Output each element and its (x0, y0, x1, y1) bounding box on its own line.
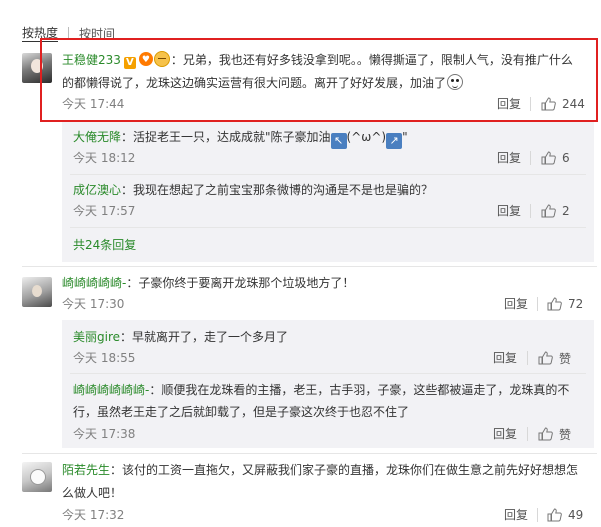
like-button[interactable]: 赞 (538, 350, 571, 366)
action-divider (537, 508, 538, 522)
reply-username[interactable]: 美丽gire (73, 330, 120, 344)
sort-bar: 按热度 按时间 (22, 24, 115, 42)
arrow-up-left-icon: ↖ (330, 133, 347, 149)
comment-divider (22, 266, 597, 267)
reply-body: ：早就离开了，走了一个多月了 (120, 330, 289, 344)
comment-username[interactable]: 王稳健233 (62, 53, 121, 67)
comment-time: 今天 17:30 (62, 297, 125, 311)
verified-badge-icon: V (123, 57, 136, 69)
reply-body: ：顺便我在龙珠看的主播，老王，古手羽，子豪，这些都被逼走了，龙珠真的不 (149, 383, 570, 397)
reply-button[interactable]: 回复 (504, 296, 528, 312)
reply-divider (70, 174, 586, 175)
reply-time: 今天 17:38 (73, 427, 136, 441)
reply-text-line: 成亿澳心：我现在想起了之前宝宝那条微博的沟通是不是也是骗的？ (73, 181, 433, 199)
reply-time: 今天 18:12 (73, 151, 136, 165)
avatar[interactable] (22, 462, 52, 492)
like-count: 244 (562, 97, 585, 111)
comment-text-line: 崎崎崎崎崎-：子豪你终于要离开龙珠那个垃圾地方了！ (62, 274, 354, 292)
reply-body-end: " (402, 130, 408, 144)
action-divider (527, 351, 528, 365)
sort-by-time[interactable]: 按时间 (79, 25, 115, 42)
comment-body: 么做人吧！ (62, 486, 123, 500)
comment-time: 今天 17:44 (62, 97, 125, 111)
reply-button[interactable]: 回复 (497, 96, 521, 112)
like-count: 72 (568, 297, 584, 311)
emoji-cry-icon (447, 74, 464, 90)
like-button[interactable]: 6 (541, 150, 570, 166)
like-button[interactable]: 49 (547, 507, 583, 523)
avatar[interactable] (22, 53, 52, 83)
action-divider (537, 297, 538, 311)
like-label: 赞 (559, 351, 572, 366)
reply-button[interactable]: 回复 (493, 426, 517, 442)
reply-button[interactable]: 回复 (493, 350, 517, 366)
like-button[interactable]: 赞 (538, 426, 571, 442)
like-count: 6 (562, 151, 570, 165)
reply-time: 今天 17:57 (73, 204, 136, 218)
action-divider (530, 151, 531, 165)
comment-body: ：子豪你终于要离开龙珠那个垃圾地方了！ (126, 276, 355, 290)
reply-time: 今天 18:55 (73, 351, 136, 365)
comment-text-line: 的都懒得说了，龙珠这边确实运营有很大问题。离开了好好发展，加油了 (62, 74, 464, 92)
reply-username[interactable]: 崎崎崎崎崎崎- (73, 383, 149, 397)
comment-divider (22, 453, 597, 454)
comment-username[interactable]: 陌若先生 (62, 463, 110, 477)
reply-button[interactable]: 回复 (497, 150, 521, 166)
thumbs-up-icon (538, 427, 553, 441)
thumbs-up-icon (541, 204, 556, 218)
reply-body-emoticon: (^ω^) (346, 130, 387, 144)
reply-text-line: 崎崎崎崎崎崎-：顺便我在龙珠看的主播，老王，古手羽，子豪，这些都被逼走了，龙珠真… (73, 381, 569, 399)
reply-body: 行，虽然老王走了之后就卸载了，但是子豪这次终于也忍不住了 (73, 405, 410, 419)
comment-text-line: 么做人吧！ (62, 484, 122, 502)
like-count: 49 (568, 508, 584, 522)
reply-divider (70, 373, 586, 374)
comment-text-line: 陌若先生：该付的工资一直拖欠，又屏蔽我们家子豪的直播，龙珠你们在做生意之前先好好… (62, 461, 578, 479)
arrow-up-right-icon: ↗ (386, 133, 403, 149)
reply-divider (70, 227, 586, 228)
thumbs-up-icon (541, 97, 556, 111)
like-button[interactable]: 2 (541, 203, 570, 219)
sort-by-hot[interactable]: 按热度 (22, 25, 59, 42)
reply-text-line: 行，虽然老王走了之后就卸载了，但是子豪这次终于也忍不住了 (73, 403, 409, 421)
thumbs-up-icon (538, 351, 553, 365)
like-button[interactable]: 244 (541, 96, 585, 112)
reply-text-line: 大俺无降：活捉老王一只，达成成就"陈子豪加油 ↖ (^ω^) ↗ " (73, 128, 408, 149)
thumbs-up-icon (547, 297, 562, 311)
reply-username[interactable]: 成亿澳心 (73, 183, 121, 197)
comment-body: ：兄弟，我也还有好多钱没拿到呢。。懒得撕逼了，限制人气，没有推广什么 (170, 53, 573, 67)
avatar[interactable] (22, 277, 52, 307)
comment-time: 今天 17:32 (62, 508, 125, 522)
reply-body: ：我现在想起了之前宝宝那条微博的沟通是不是也是骗的？ (121, 183, 434, 197)
comment-body: 的都懒得说了，龙珠这边确实运营有很大问题。离开了好好发展，加油了 (62, 76, 447, 90)
emoji-brother-icon (153, 51, 170, 67)
action-divider (530, 204, 531, 218)
action-divider (530, 97, 531, 111)
sort-divider (68, 27, 70, 39)
like-label: 赞 (559, 427, 572, 442)
comment-text-line: 王稳健233V ：兄弟，我也还有好多钱没拿到呢。。懒得撕逼了，限制人气，没有推广什… (62, 51, 573, 69)
member-badge-icon (138, 51, 153, 69)
thumbs-up-icon (547, 508, 562, 522)
reply-text-line: 美丽gire：早就离开了，走了一个多月了 (73, 328, 288, 346)
reply-body: ：活捉老王一只，达成成就"陈子豪加油 (121, 130, 331, 144)
comment-body: ：该付的工资一直拖欠，又屏蔽我们家子豪的直播，龙珠你们在做生意之前先好好想想怎 (110, 463, 579, 477)
reply-button[interactable]: 回复 (504, 507, 528, 523)
reply-button[interactable]: 回复 (497, 203, 521, 219)
more-replies-link[interactable]: 共24条回复 (73, 237, 136, 253)
reply-username[interactable]: 大俺无降 (73, 130, 121, 144)
action-divider (527, 427, 528, 441)
comment-username[interactable]: 崎崎崎崎崎- (62, 276, 126, 290)
like-count: 2 (562, 204, 570, 218)
thumbs-up-icon (541, 151, 556, 165)
like-button[interactable]: 72 (547, 296, 583, 312)
